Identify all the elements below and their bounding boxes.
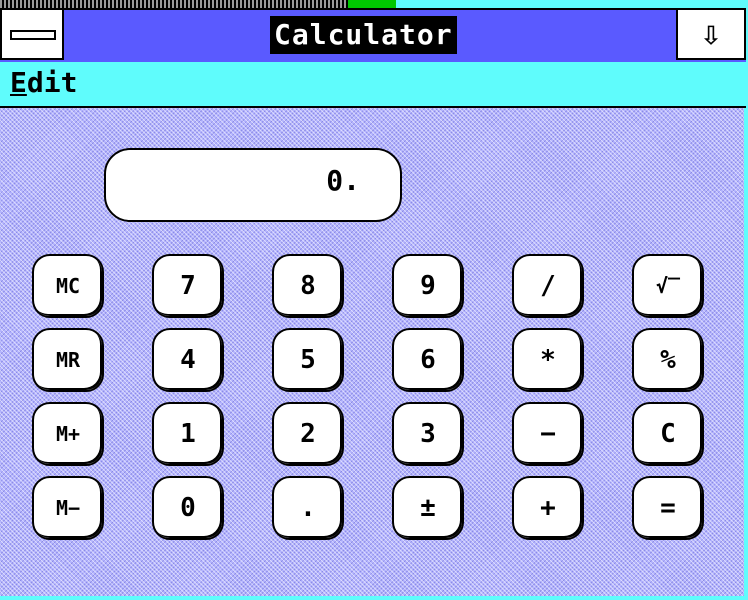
minimize-button[interactable]: ⇩: [676, 8, 746, 60]
multiply-button[interactable]: *: [512, 328, 584, 392]
digit-4-button[interactable]: 4: [152, 328, 224, 392]
equals-button[interactable]: =: [632, 476, 704, 540]
digit-5-button[interactable]: 5: [272, 328, 344, 392]
background-green-area: [348, 0, 396, 8]
memory-add-button[interactable]: M+: [32, 402, 104, 466]
percent-button[interactable]: %: [632, 328, 704, 392]
menu-bar: Edit: [0, 62, 746, 108]
system-menu-button[interactable]: [0, 8, 64, 60]
digit-9-button[interactable]: 9: [392, 254, 464, 318]
subtract-button[interactable]: −: [512, 402, 584, 466]
digit-7-button[interactable]: 7: [152, 254, 224, 318]
system-menu-icon: [10, 30, 56, 40]
screen-top-strip: [0, 0, 748, 8]
menu-edit-accelerator: E: [10, 66, 27, 99]
add-button[interactable]: +: [512, 476, 584, 540]
digit-1-button[interactable]: 1: [152, 402, 224, 466]
digit-2-button[interactable]: 2: [272, 402, 344, 466]
square-root-button[interactable]: √‾: [632, 254, 704, 318]
window-bottom-edge: [0, 596, 748, 600]
divide-button[interactable]: /: [512, 254, 584, 318]
digit-3-button[interactable]: 3: [392, 402, 464, 466]
menu-edit-label: dit: [26, 66, 78, 99]
sign-toggle-button[interactable]: ±: [392, 476, 464, 540]
digit-8-button[interactable]: 8: [272, 254, 344, 318]
decimal-button[interactable]: .: [272, 476, 344, 540]
memory-clear-button[interactable]: MC: [32, 254, 104, 318]
background-cyan-area: [396, 0, 748, 8]
clear-button[interactable]: C: [632, 402, 704, 466]
memory-subtract-button[interactable]: M−: [32, 476, 104, 540]
display-value: 0.: [326, 164, 360, 197]
background-pattern: [0, 0, 348, 8]
digit-6-button[interactable]: 6: [392, 328, 464, 392]
digit-0-button[interactable]: 0: [152, 476, 224, 540]
menu-edit[interactable]: Edit: [10, 66, 77, 100]
calculator-display: 0.: [104, 148, 402, 222]
window-title: Calculator: [270, 16, 457, 54]
memory-recall-button[interactable]: MR: [32, 328, 104, 392]
down-arrow-icon: ⇩: [700, 14, 722, 54]
